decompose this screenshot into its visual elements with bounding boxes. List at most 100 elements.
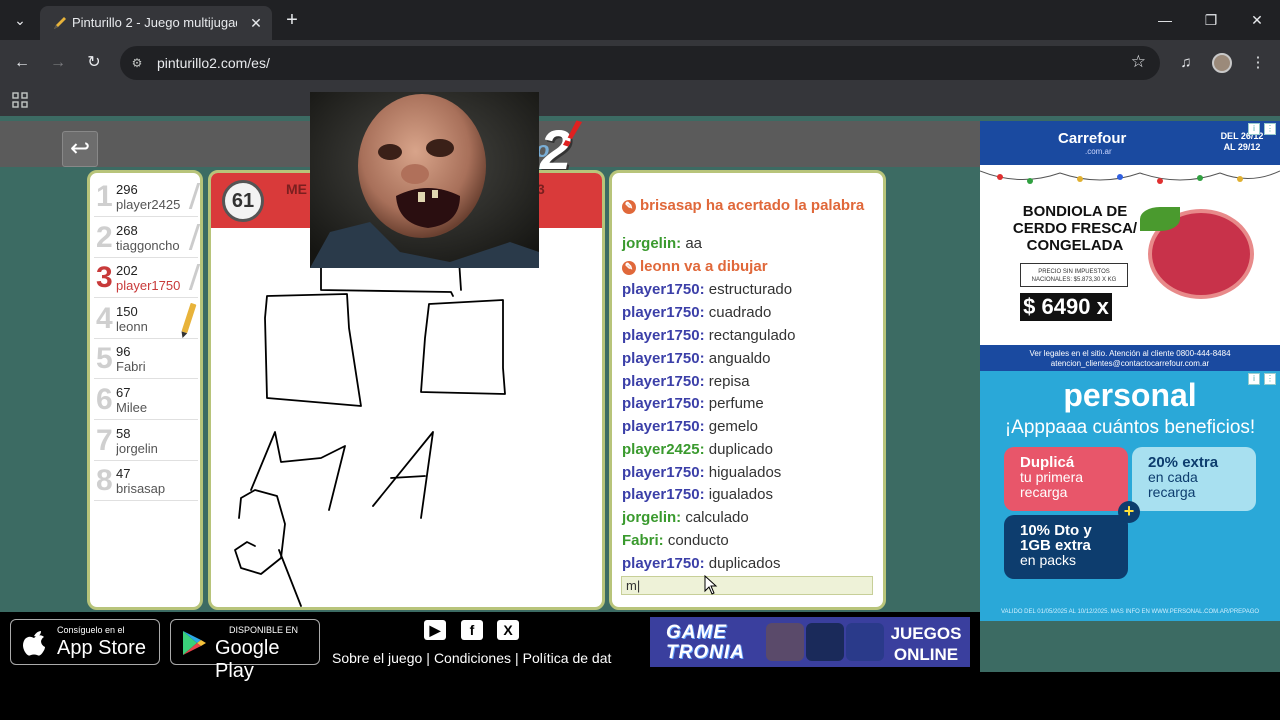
chat-message: player1750: igualados <box>622 486 880 503</box>
browser-tab[interactable]: Pinturillo 2 - Juego multijugador ✕ <box>40 6 272 40</box>
system-text: leonn va a dibujar <box>640 258 768 275</box>
chat-panel: m| ✎ brisasap ha acertado la palabra jorge… <box>609 170 886 610</box>
youtube-icon[interactable]: ▶ <box>424 620 446 640</box>
apps-grid-icon[interactable] <box>12 92 28 108</box>
personal-logo: personal <box>1063 377 1197 413</box>
new-tab-button[interactable]: + <box>282 8 302 32</box>
forward-arrow-icon[interactable]: → <box>46 51 70 75</box>
player-name: brisasap <box>116 481 166 497</box>
about-link[interactable]: Sobre el juego <box>332 650 422 666</box>
player-name: Milee <box>116 400 148 415</box>
player-name: player1750 <box>116 278 181 294</box>
media-controls-icon[interactable]: ♫ <box>1174 51 1198 75</box>
address-bar[interactable]: ⚙ pinturillo2.com/es/ ☆ <box>120 46 1160 80</box>
player-score: 58 <box>116 425 131 441</box>
restore-button[interactable]: ❐ <box>1188 0 1234 40</box>
personal-slogan: ¡Apppaaa cuántos beneficios! <box>1004 417 1256 438</box>
chat-username: player1750: <box>622 486 705 503</box>
ad-info-icon[interactable]: i <box>1248 123 1260 135</box>
chat-text: angualdo <box>708 350 771 367</box>
player-score: 202 <box>116 263 138 279</box>
chat-username: player2425: <box>622 441 705 458</box>
chat-message: player1750: duplicados <box>622 555 880 572</box>
sketch-stroke <box>250 431 346 511</box>
chat-message: player1750: rectangulado <box>622 327 880 344</box>
benefit-extra: 20% extra en cada recarga <box>1132 447 1256 511</box>
chat-username: player1750: <box>622 350 705 367</box>
back-arrow-icon[interactable]: ← <box>10 51 34 75</box>
sketch-stroke <box>234 489 286 575</box>
sketch-stroke <box>372 431 434 519</box>
player-name: tiaggoncho <box>116 237 180 253</box>
chat-text: aa <box>685 235 703 252</box>
reload-icon[interactable]: ↻ <box>82 51 106 75</box>
close-window-button[interactable]: ✕ <box>1234 0 1280 40</box>
pencil-favicon-icon <box>54 17 66 29</box>
word-hint: ME <box>286 181 307 197</box>
chevron-down-icon[interactable]: ⌄ <box>8 8 32 32</box>
facebook-icon[interactable]: f <box>461 620 483 640</box>
sketch-stroke <box>264 293 362 407</box>
x-icon[interactable]: X <box>497 620 519 640</box>
drawing-canvas[interactable] <box>211 228 602 608</box>
google-play-button[interactable]: DISPONIBLE EN Google Play <box>170 619 320 682</box>
player-name: Fabri <box>116 359 146 375</box>
carrefour-ad[interactable]: Carrefour .com.ar DEL 26/12 AL 29/12 i ⋮… <box>980 121 1280 371</box>
benefit-duplica: Duplicá tu primera recarga <box>1004 447 1128 511</box>
benefit-text: en cada recarga <box>1148 469 1198 500</box>
minimize-button[interactable]: — <box>1142 0 1188 40</box>
app-store-button[interactable]: Consíguelo en el App Store <box>10 619 160 665</box>
chat-message: player2425: duplicado <box>622 441 880 458</box>
player-row: 5 96 Fabri <box>94 339 198 380</box>
player-rank: 7 <box>96 423 113 457</box>
chat-text: conducto <box>667 532 729 549</box>
ad-legal: VALIDO DEL 01/05/2025 AL 10/12/2025. MAS… <box>1000 609 1260 615</box>
pencil-icon <box>181 302 197 333</box>
ad-close-icon[interactable]: ⋮ <box>1264 123 1276 135</box>
personal-ad[interactable]: i ⋮ personal ¡Apppaaa cuántos beneficios… <box>980 371 1280 621</box>
player-row: 2 268 tiaggoncho <box>94 218 200 258</box>
guessed-slash-icon <box>188 183 200 209</box>
ad-product-title: BONDIOLA DE CERDO FRESCA/ CONGELADA <box>1012 203 1138 254</box>
player-score: 67 <box>116 385 131 400</box>
chat-text: cuadrado <box>708 304 772 321</box>
player-row: 4 150 leonn <box>94 299 198 339</box>
site-settings-icon[interactable]: ⚙ <box>128 54 146 72</box>
carrefour-logo: Carrefour <box>1058 130 1127 147</box>
player-rank: 4 <box>96 301 113 335</box>
player-name: jorgelin <box>116 440 158 456</box>
player-rank: 3 <box>96 261 113 295</box>
chat-text: calculado <box>685 509 749 526</box>
sketch-stroke <box>278 549 302 607</box>
bookmark-star-icon[interactable]: ☆ <box>1131 52 1146 72</box>
close-tab-icon[interactable]: ✕ <box>246 13 266 33</box>
system-message: ✎ leonn va a dibujar <box>622 258 880 275</box>
chat-text: estructurado <box>708 281 793 298</box>
google-play-icon <box>183 631 206 655</box>
lights-decoration <box>980 170 1280 184</box>
url-text: pinturillo2.com/es/ <box>157 55 270 71</box>
game-thumbnail <box>846 623 884 661</box>
conditions-link[interactable]: Condiciones <box>434 650 511 666</box>
player-name: leonn <box>116 318 148 334</box>
player-score: 96 <box>116 344 131 360</box>
plus-icon: + <box>1118 501 1140 523</box>
profile-avatar[interactable] <box>1212 53 1232 73</box>
back-button[interactable]: ↩ <box>62 131 98 167</box>
system-info-icon: ✎ <box>622 261 636 275</box>
chat-message: player1750: repisa <box>622 373 880 390</box>
gametronia-banner[interactable]: GAME TRONIA JUEGOS ONLINE <box>650 617 970 667</box>
player-row: 3 202 player1750 <box>94 258 200 299</box>
ad-price-note: PRECIO SIN IMPUESTOS NACIONALES: $5.873,… <box>1020 263 1128 287</box>
chat-username: jorgelin: <box>622 509 682 526</box>
game-thumbnail <box>766 623 804 661</box>
chat-username: Fabri: <box>622 532 664 549</box>
player-score: 268 <box>116 222 138 238</box>
page-footer: Consíguelo en el App Store DISPONIBLE EN… <box>0 612 980 682</box>
chat-input[interactable]: m| <box>621 576 873 595</box>
chat-text: igualados <box>708 486 773 503</box>
chat-text: duplicado <box>708 441 773 458</box>
more-menu-icon[interactable]: ⋮ <box>1246 51 1270 75</box>
privacy-link[interactable]: Política de datos <box>523 650 612 666</box>
benefit-title: 10% Dto y 1GB extra <box>1020 522 1092 554</box>
